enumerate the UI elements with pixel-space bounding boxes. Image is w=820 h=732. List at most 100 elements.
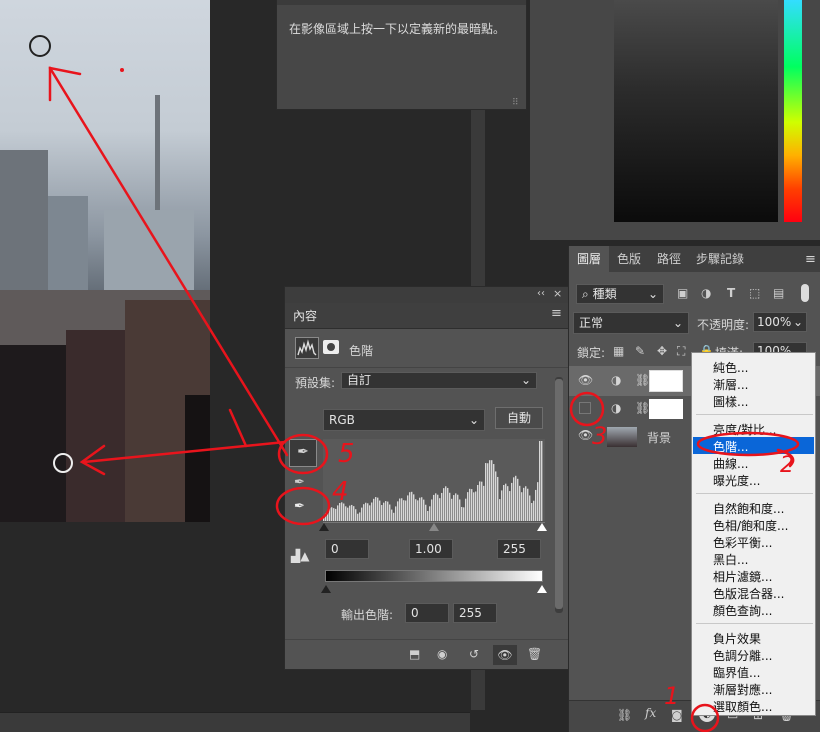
histogram-bar bbox=[463, 507, 465, 521]
menu-item[interactable]: 色彩平衡... bbox=[713, 534, 772, 551]
menu-item[interactable]: 色調分離... bbox=[713, 647, 772, 664]
histogram-bar bbox=[353, 506, 355, 521]
white-eyedropper-icon[interactable]: ✒ bbox=[294, 499, 305, 514]
output-white-field[interactable]: 255 bbox=[453, 603, 497, 623]
menu-item[interactable]: 亮度/對比... bbox=[713, 421, 777, 438]
output-black-slider[interactable] bbox=[321, 585, 331, 593]
scrollbar[interactable] bbox=[555, 377, 563, 613]
tab-history[interactable]: 步驟記錄 bbox=[689, 246, 751, 272]
menu-item[interactable]: 黑白... bbox=[713, 551, 748, 568]
histogram-bar bbox=[541, 441, 543, 521]
histogram-bar bbox=[461, 506, 463, 521]
menu-item[interactable]: 曝光度... bbox=[713, 472, 760, 489]
mask-icon[interactable] bbox=[323, 340, 339, 354]
color-field[interactable] bbox=[614, 0, 778, 222]
histogram-bar bbox=[483, 485, 485, 521]
add-mask-icon[interactable]: ◙ bbox=[671, 708, 683, 722]
filter-toggle[interactable] bbox=[801, 284, 809, 302]
menu-item[interactable]: 漸層... bbox=[713, 376, 748, 393]
visibility-icon[interactable]: 👁 bbox=[493, 645, 517, 665]
menu-separator bbox=[696, 493, 813, 494]
menu-item[interactable]: 選取顏色... bbox=[713, 698, 772, 715]
tab-channels[interactable]: 色版 bbox=[609, 246, 649, 272]
menu-item[interactable]: 臨界值... bbox=[713, 664, 760, 681]
histogram-bar bbox=[419, 497, 421, 521]
blend-mode-select[interactable]: 正常 ⌄ bbox=[573, 312, 689, 334]
resize-grip-icon[interactable]: ⠿ bbox=[512, 98, 519, 108]
tab-layers[interactable]: 圖層 bbox=[569, 246, 609, 272]
gray-eyedropper-icon[interactable]: ✒ bbox=[294, 475, 305, 490]
eye-icon[interactable]: 👁 bbox=[578, 373, 593, 387]
menu-item[interactable]: 色版混合器... bbox=[713, 585, 784, 602]
histogram-bar bbox=[365, 502, 367, 521]
menu-item[interactable]: 色相/飽和度... bbox=[713, 517, 789, 534]
input-white-slider[interactable] bbox=[537, 523, 547, 531]
preset-select[interactable]: 自訂 ⌄ bbox=[341, 372, 537, 389]
input-gamma-field[interactable]: 1.00 bbox=[409, 539, 453, 559]
menu-item[interactable]: 相片濾鏡... bbox=[713, 568, 772, 585]
adjustment-title: 色階 bbox=[349, 344, 374, 358]
filter-adjustment-icon[interactable]: ◑ bbox=[701, 286, 711, 300]
filter-type-icon[interactable]: T bbox=[727, 286, 735, 300]
collapse-icon[interactable]: ‹‹ bbox=[537, 288, 545, 299]
histogram-bar bbox=[405, 500, 407, 521]
menu-item[interactable]: 色階... bbox=[713, 438, 748, 455]
layer-mask-thumbnail[interactable] bbox=[649, 399, 683, 419]
histogram-bar bbox=[367, 503, 369, 521]
histogram-bar bbox=[333, 508, 335, 521]
menu-item[interactable]: 自然飽和度... bbox=[713, 500, 784, 517]
panel-menu-icon[interactable]: ≡ bbox=[805, 252, 816, 267]
lock-label: 鎖定: bbox=[577, 346, 606, 360]
filter-smart-icon[interactable]: ▤ bbox=[773, 286, 784, 300]
layer-mask-thumbnail[interactable] bbox=[649, 370, 683, 392]
histogram-bar bbox=[447, 487, 449, 521]
reset-icon[interactable]: ↺ bbox=[469, 647, 479, 661]
histogram-bar bbox=[415, 499, 417, 521]
histogram-bar bbox=[531, 503, 533, 521]
auto-button[interactable]: 自動 bbox=[495, 407, 543, 429]
histogram-bar bbox=[331, 507, 333, 521]
histogram-bar bbox=[513, 477, 515, 521]
lock-transparency-icon[interactable]: ▦ bbox=[613, 344, 624, 358]
output-white-slider[interactable] bbox=[537, 585, 547, 593]
lock-paint-icon[interactable]: ✎ bbox=[635, 344, 645, 358]
delete-icon[interactable]: 🗑 bbox=[527, 647, 542, 661]
panel-menu-icon[interactable]: ≡ bbox=[551, 306, 562, 321]
lock-position-icon[interactable]: ✥ bbox=[657, 344, 667, 358]
input-gamma-slider[interactable] bbox=[429, 523, 439, 531]
link-layers-icon[interactable]: ⛓ bbox=[617, 708, 632, 722]
menu-item[interactable]: 負片效果 bbox=[713, 630, 761, 647]
eye-icon[interactable]: 👁 bbox=[578, 428, 593, 442]
menu-item[interactable]: 漸層對應... bbox=[713, 681, 772, 698]
tab-properties[interactable]: 內容 bbox=[293, 307, 317, 324]
input-black-slider[interactable] bbox=[319, 523, 329, 531]
histogram-bar bbox=[487, 463, 489, 521]
output-black-field[interactable]: 0 bbox=[405, 603, 449, 623]
menu-item[interactable]: 曲線... bbox=[713, 455, 748, 472]
menu-item[interactable]: 顏色查詢... bbox=[713, 602, 772, 619]
tab-paths[interactable]: 路徑 bbox=[649, 246, 689, 272]
black-eyedropper-icon[interactable]: ✒ bbox=[289, 439, 317, 467]
menu-item[interactable]: 純色... bbox=[713, 359, 748, 376]
clipping-warning-icon[interactable]: ▟▲ bbox=[291, 549, 309, 563]
opacity-field[interactable]: 100% ⌄ bbox=[753, 312, 807, 332]
filter-pixel-icon[interactable]: ▣ bbox=[677, 286, 688, 300]
clip-to-layer-icon[interactable]: ⬒ bbox=[409, 647, 420, 661]
close-icon[interactable]: × bbox=[553, 287, 562, 300]
menu-item[interactable]: 圖樣... bbox=[713, 393, 748, 410]
histogram-bar bbox=[451, 498, 453, 521]
input-black-field[interactable]: 0 bbox=[325, 539, 369, 559]
view-previous-icon[interactable]: ◉ bbox=[437, 647, 447, 661]
document-canvas[interactable] bbox=[0, 0, 210, 522]
lock-artboard-icon[interactable]: ⛶ bbox=[677, 344, 685, 359]
histogram-bar bbox=[467, 492, 469, 521]
channel-select[interactable]: RGB ⌄ bbox=[323, 409, 485, 431]
histogram-bar bbox=[441, 492, 443, 521]
fx-icon[interactable]: fx bbox=[645, 706, 656, 720]
hue-slider[interactable] bbox=[784, 0, 802, 222]
filter-kind-select[interactable]: ⌕ 種類 ⌄ bbox=[576, 284, 664, 304]
filter-shape-icon[interactable]: ⬚ bbox=[749, 286, 760, 300]
panel-header[interactable]: ‹‹ × bbox=[285, 287, 568, 303]
input-white-field[interactable]: 255 bbox=[497, 539, 541, 559]
hidden-visibility-box[interactable] bbox=[579, 402, 591, 414]
